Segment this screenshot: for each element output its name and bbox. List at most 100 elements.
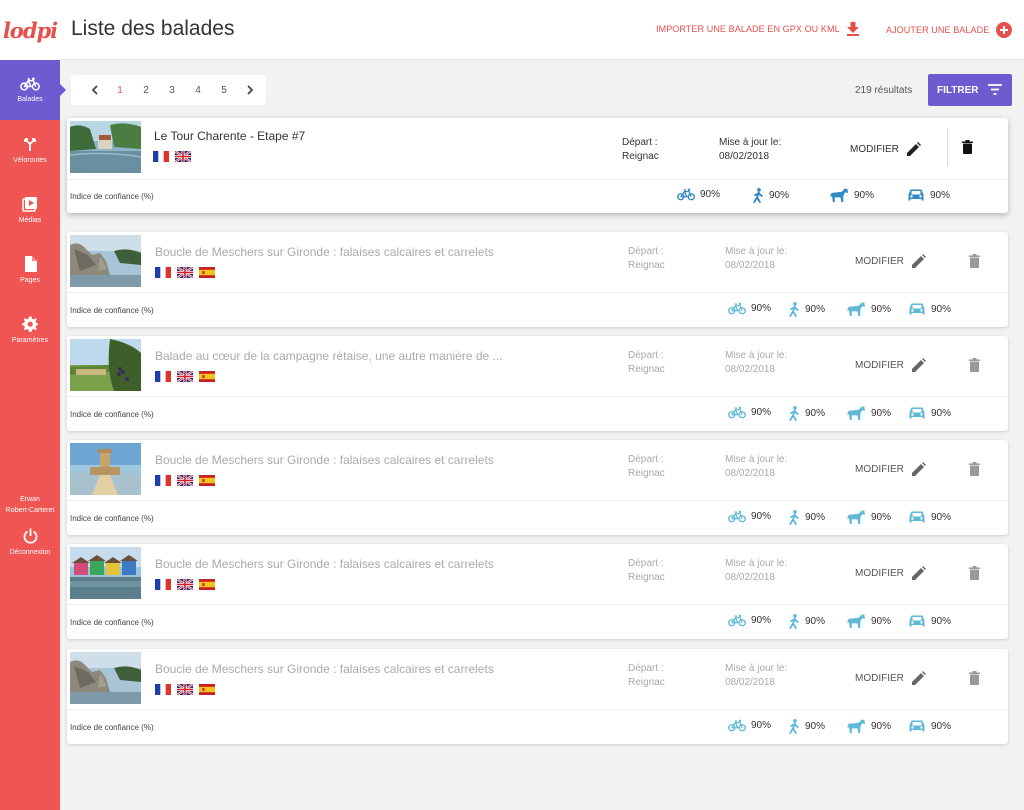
edit-button[interactable]: MODIFIER bbox=[855, 462, 926, 476]
add-label: AJOUTER UNE BALADE bbox=[886, 25, 990, 35]
pagination-page-2[interactable]: 2 bbox=[133, 75, 159, 105]
sidebar-item-medias[interactable]: Médias bbox=[0, 180, 60, 240]
sidebar-item-veloroutes[interactable]: Véloroutes bbox=[0, 120, 60, 180]
pagination-next-button[interactable] bbox=[237, 75, 263, 105]
edit-button[interactable]: MODIFIER bbox=[855, 671, 926, 685]
update-label: Mise à jour le: bbox=[725, 558, 788, 569]
filter-button[interactable]: FILTRER bbox=[928, 74, 1012, 106]
balade-title[interactable]: Boucle de Meschers sur Gironde : falaise… bbox=[155, 453, 494, 467]
bike-icon bbox=[728, 302, 746, 315]
horse-icon bbox=[847, 719, 865, 734]
card-divider bbox=[67, 500, 1008, 501]
app-logo[interactable]: lodpi bbox=[0, 0, 60, 60]
balade-title[interactable]: Boucle de Meschers sur Gironde : falaise… bbox=[155, 557, 494, 571]
flag-es-icon[interactable] bbox=[199, 475, 215, 486]
bike-confidence: 90% bbox=[728, 614, 771, 627]
trash-icon bbox=[962, 140, 973, 154]
trash-icon bbox=[969, 358, 980, 372]
balade-depart: Départ : Reignac bbox=[628, 349, 665, 377]
balade-title[interactable]: Balade au cœur de la campagne rétaise, u… bbox=[155, 349, 503, 363]
page-icon bbox=[24, 256, 37, 272]
flag-fr-icon[interactable] bbox=[155, 579, 171, 590]
flag-es-icon[interactable] bbox=[199, 267, 215, 278]
edit-button[interactable]: MODIFIER bbox=[855, 358, 926, 372]
trash-icon bbox=[969, 671, 980, 685]
depart-label: Départ : bbox=[628, 558, 664, 569]
horse-icon bbox=[847, 406, 865, 421]
horse-confidence: 90% bbox=[847, 302, 891, 317]
walk-value: 90% bbox=[805, 304, 826, 315]
delete-button[interactable] bbox=[969, 566, 980, 580]
balade-depart: Départ : Reignac bbox=[628, 662, 665, 690]
balade-thumbnail[interactable] bbox=[70, 443, 141, 495]
pagination-prev-button[interactable] bbox=[81, 75, 107, 105]
delete-button[interactable] bbox=[969, 671, 980, 685]
flag-es-icon[interactable] bbox=[199, 371, 215, 382]
flag-es-icon[interactable] bbox=[199, 684, 215, 695]
confidence-label: Indice de confiance (%) bbox=[70, 723, 154, 732]
card-divider bbox=[67, 604, 1008, 605]
balade-card: Balade au cœur de la campagne rétaise, u… bbox=[67, 336, 1008, 431]
delete-button[interactable] bbox=[969, 358, 980, 372]
flag-gb-icon[interactable] bbox=[177, 475, 193, 486]
flag-gb-icon[interactable] bbox=[177, 267, 193, 278]
balade-depart: Départ : Reignac bbox=[622, 136, 659, 164]
balade-card: Boucle de Meschers sur Gironde : falaise… bbox=[67, 232, 1008, 327]
delete-button[interactable] bbox=[962, 140, 973, 154]
balade-thumbnail[interactable] bbox=[70, 547, 141, 599]
walk-confidence: 90% bbox=[788, 510, 825, 525]
pagination: 1 2 3 4 5 bbox=[71, 75, 266, 105]
balade-thumbnail[interactable] bbox=[70, 235, 141, 287]
add-balade-button[interactable]: AJOUTER UNE BALADE bbox=[886, 22, 1013, 38]
balade-update: Mise à jour le: 08/02/2018 bbox=[725, 349, 787, 377]
flag-fr-icon[interactable] bbox=[153, 151, 169, 162]
language-flags bbox=[155, 684, 215, 695]
delete-button[interactable] bbox=[969, 462, 980, 476]
edit-button[interactable]: MODIFIER bbox=[855, 254, 926, 268]
flag-es-icon[interactable] bbox=[199, 579, 215, 590]
car-confidence: 90% bbox=[907, 188, 950, 202]
delete-button[interactable] bbox=[969, 254, 980, 268]
pagination-page-3[interactable]: 3 bbox=[159, 75, 185, 105]
edit-label: MODIFIER bbox=[855, 463, 904, 475]
bike-confidence: 90% bbox=[728, 719, 771, 732]
import-balade-button[interactable]: IMPORTER UNE BALADE EN GPX OU KML bbox=[656, 22, 859, 36]
edit-button[interactable]: MODIFIER bbox=[855, 566, 926, 580]
walk-confidence: 90% bbox=[752, 188, 789, 203]
flag-fr-icon[interactable] bbox=[155, 371, 171, 382]
balade-title[interactable]: Boucle de Meschers sur Gironde : falaise… bbox=[155, 245, 494, 259]
walk-icon bbox=[789, 510, 799, 525]
depart-label: Départ : bbox=[628, 663, 664, 674]
flag-fr-icon[interactable] bbox=[155, 267, 171, 278]
power-icon bbox=[23, 528, 37, 544]
sidebar-item-pages[interactable]: Pages bbox=[0, 240, 60, 300]
pagination-page-5[interactable]: 5 bbox=[211, 75, 237, 105]
flag-fr-icon[interactable] bbox=[155, 475, 171, 486]
update-value: 08/02/2018 bbox=[725, 677, 776, 688]
user-last-name: Robert-Carteret bbox=[5, 507, 55, 514]
balade-thumbnail[interactable] bbox=[70, 652, 141, 704]
flag-gb-icon[interactable] bbox=[175, 151, 191, 162]
depart-value: Reignac bbox=[628, 572, 665, 583]
sidebar-item-parametres[interactable]: Paramètres bbox=[0, 300, 60, 360]
card-divider bbox=[67, 292, 1008, 293]
walk-confidence: 90% bbox=[788, 406, 825, 421]
balade-update: Mise à jour le: 08/02/2018 bbox=[725, 453, 787, 481]
balade-title[interactable]: Boucle de Meschers sur Gironde : falaise… bbox=[155, 662, 494, 676]
balade-depart: Départ : Reignac bbox=[628, 245, 665, 273]
logout-button[interactable]: Déconnexion bbox=[0, 528, 60, 556]
balade-thumbnail[interactable] bbox=[70, 121, 141, 173]
pagination-page-4[interactable]: 4 bbox=[185, 75, 211, 105]
edit-button[interactable]: MODIFIER bbox=[850, 142, 921, 156]
flag-gb-icon[interactable] bbox=[177, 579, 193, 590]
flag-gb-icon[interactable] bbox=[177, 371, 193, 382]
balade-title[interactable]: Le Tour Charente - Etape #7 bbox=[154, 129, 305, 143]
balade-update: Mise à jour le: 08/02/2018 bbox=[719, 136, 781, 164]
flag-gb-icon[interactable] bbox=[177, 684, 193, 695]
balade-thumbnail[interactable] bbox=[70, 339, 141, 391]
flag-fr-icon[interactable] bbox=[155, 684, 171, 695]
results-count: 219 résultats bbox=[855, 85, 913, 96]
balade-update: Mise à jour le: 08/02/2018 bbox=[725, 245, 787, 273]
pagination-page-1[interactable]: 1 bbox=[107, 75, 133, 105]
sidebar-item-balades[interactable]: Balades bbox=[0, 60, 66, 120]
